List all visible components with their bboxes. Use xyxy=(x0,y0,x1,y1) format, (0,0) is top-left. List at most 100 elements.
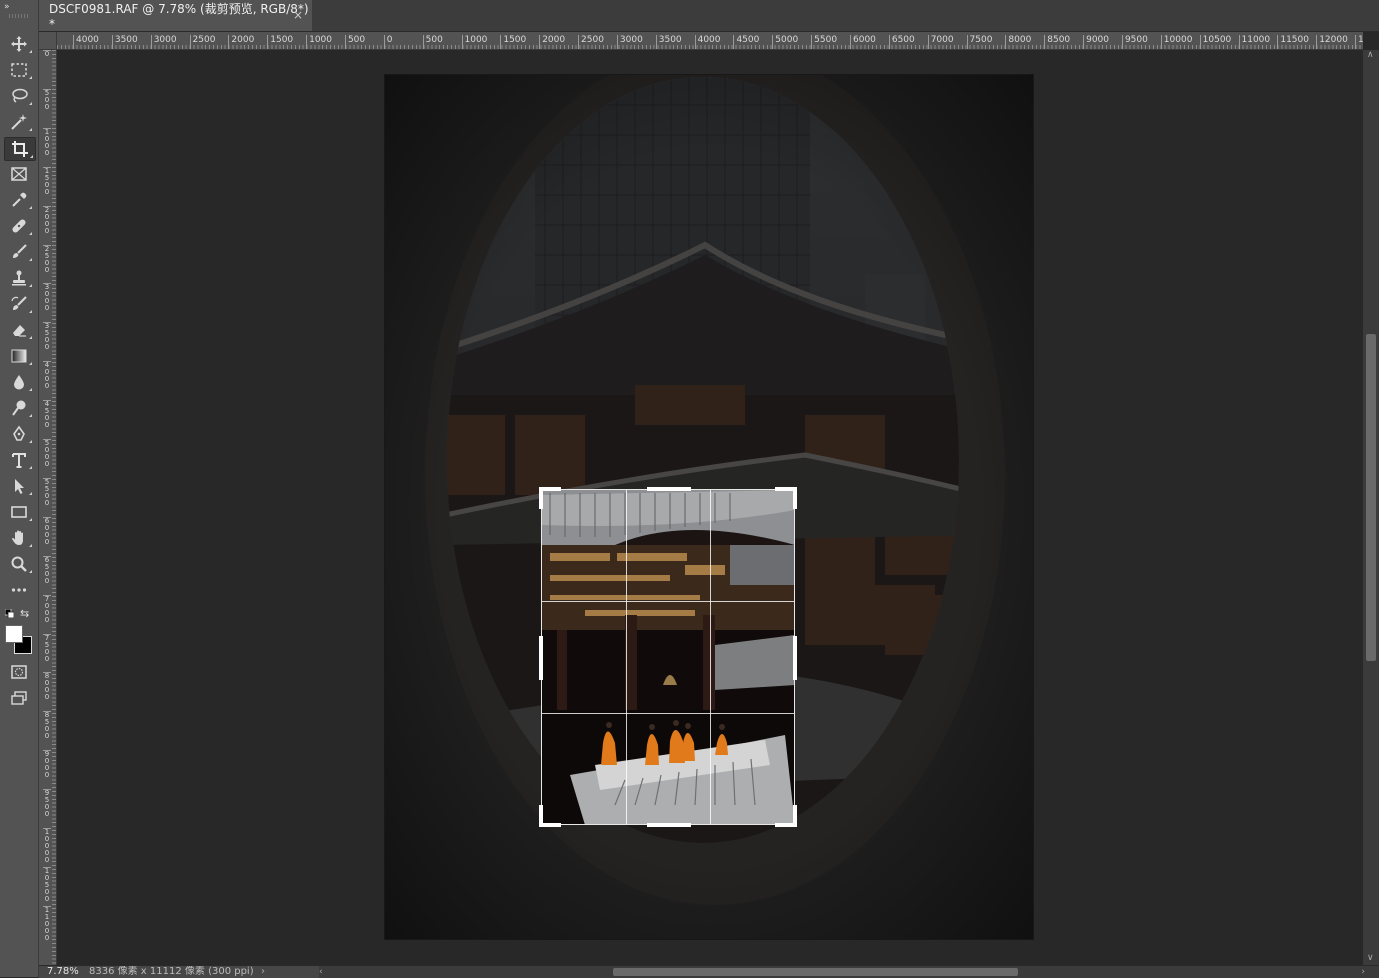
lasso-tool[interactable] xyxy=(4,85,34,107)
ruler-label: 7500 xyxy=(966,35,992,49)
vertical-scrollbar[interactable]: ∧ ∨ xyxy=(1363,50,1379,965)
ruler-label: 1500 xyxy=(43,166,51,196)
ruler-origin[interactable] xyxy=(39,32,57,50)
frame-tool[interactable] xyxy=(4,163,34,185)
ruler-label: 5000 xyxy=(772,35,798,49)
horizontal-scrollbar[interactable]: ‹ › xyxy=(319,966,1379,978)
document-image[interactable] xyxy=(384,74,1034,940)
ruler-label: 10000 xyxy=(1160,35,1192,49)
history-brush-tool[interactable] xyxy=(4,293,34,315)
ruler-label: 9000 xyxy=(43,750,51,780)
horizontal-ruler[interactable]: 4000 3500 3000 2500 2000 1500 1000 500 0 500 1000 1… xyxy=(57,32,1363,50)
shape-tool[interactable] xyxy=(4,501,34,523)
ruler-label: 5500 xyxy=(811,35,837,49)
swap-colors-icon[interactable]: ⇆ xyxy=(20,607,29,620)
scroll-left-icon[interactable]: ‹ xyxy=(319,966,323,978)
vertical-scroll-thumb[interactable] xyxy=(1366,334,1376,661)
ruler-label: 9500 xyxy=(43,789,51,819)
scroll-up-icon[interactable]: ∧ xyxy=(1367,50,1374,60)
pen-tool[interactable] xyxy=(4,423,34,445)
move-tool[interactable] xyxy=(4,33,34,55)
crop-handle-left[interactable] xyxy=(539,636,543,680)
document-info: 8336 像素 x 11112 像素 (300 ppi) xyxy=(89,966,254,977)
panel-grip[interactable] xyxy=(9,14,29,18)
ruler-label: 6500 xyxy=(888,35,915,49)
ruler-label: 500 xyxy=(422,35,443,49)
crop-handle-bottom-right[interactable] xyxy=(793,805,797,827)
ruler-label: 4000 xyxy=(694,35,721,49)
vertical-ruler[interactable]: 0 500 1000 1500 2000 2500 3000 3500 4000 4500 5000… xyxy=(39,50,57,965)
ruler-label: 3000 xyxy=(616,35,643,49)
ruler-label: 8500 xyxy=(1044,35,1070,49)
magic-wand-tool[interactable] xyxy=(4,111,34,133)
quick-mask-icon xyxy=(11,665,27,679)
ruler-label: 2500 xyxy=(578,35,604,49)
screen-mode-button[interactable] xyxy=(4,687,34,709)
ruler-label: 6500 xyxy=(43,555,51,585)
crop-handle-top[interactable] xyxy=(647,487,691,491)
ruler-label: 1500 xyxy=(267,35,293,49)
ruler-label: 7000 xyxy=(43,594,51,624)
ruler-label: 10500 xyxy=(43,866,51,903)
status-bar: 7.78% 8336 像素 x 11112 像素 (300 ppi) › ‹ › xyxy=(39,965,1379,978)
eyedropper-tool[interactable] xyxy=(4,189,34,211)
bandage-icon xyxy=(12,219,26,233)
crop-handle-top-right[interactable] xyxy=(793,487,797,509)
ruler-label: 8000 xyxy=(43,672,51,702)
blur-tool[interactable] xyxy=(4,371,34,393)
move-icon xyxy=(11,36,27,52)
eraser-tool[interactable] xyxy=(4,319,34,341)
ruler-label: 12000 xyxy=(1316,35,1348,49)
crop-grid-line xyxy=(710,490,711,824)
crop-box[interactable] xyxy=(539,487,797,827)
ruler-label: 2000 xyxy=(43,205,51,235)
ruler-label: 11500 xyxy=(1277,35,1309,49)
foreground-color-swatch[interactable] xyxy=(5,625,23,643)
drop-icon xyxy=(14,375,24,390)
ruler-label: 11000 xyxy=(43,905,51,942)
scroll-down-icon[interactable]: ∨ xyxy=(1367,953,1374,963)
lasso-icon xyxy=(12,88,28,103)
screen-mode-icon xyxy=(11,691,27,705)
marquee-tool[interactable] xyxy=(4,59,34,81)
zoom-tool[interactable] xyxy=(4,553,34,575)
stamp-tool[interactable] xyxy=(4,267,34,289)
ruler-label: 4500 xyxy=(733,35,759,49)
ruler-label: 4000 xyxy=(73,35,99,49)
panel-collapse-icon[interactable]: » xyxy=(4,2,9,12)
more-tools[interactable] xyxy=(4,579,34,601)
crop-handle-right[interactable] xyxy=(793,636,797,680)
gradient-tool[interactable] xyxy=(4,345,34,367)
ellipsis-icon xyxy=(11,588,27,592)
ruler-label: 0 xyxy=(383,35,393,49)
magic-wand-icon xyxy=(11,114,27,130)
path-selection-tool[interactable] xyxy=(4,475,34,497)
type-tool[interactable] xyxy=(4,449,34,471)
crop-grid-line xyxy=(626,490,627,824)
ruler-label: 3500 xyxy=(655,35,682,49)
hand-tool[interactable] xyxy=(4,527,34,549)
arrow-select-icon xyxy=(15,479,24,494)
healing-tool[interactable] xyxy=(4,215,34,237)
default-colors-icon[interactable] xyxy=(5,609,14,618)
document-tab-bar: DSCF0981.RAF @ 7.78% (裁剪预览, RGB/8*) * × xyxy=(39,0,1379,32)
crop-handle-bottom-left[interactable] xyxy=(539,805,543,827)
quick-mask-button[interactable] xyxy=(4,661,34,683)
ruler-label: 500 xyxy=(43,88,51,111)
scroll-right-icon[interactable]: › xyxy=(1361,966,1365,978)
ruler-ticks xyxy=(52,50,56,965)
horizontal-scroll-thumb[interactable] xyxy=(613,968,1018,976)
brush-tool[interactable] xyxy=(4,241,34,263)
crop-handle-bottom[interactable] xyxy=(647,823,691,827)
close-icon[interactable]: × xyxy=(293,8,303,22)
document-tab[interactable]: DSCF0981.RAF @ 7.78% (裁剪预览, RGB/8*) * × xyxy=(39,0,312,31)
ruler-label: 7500 xyxy=(43,633,51,663)
crop-tool[interactable] xyxy=(4,137,36,161)
ruler-label: 6000 xyxy=(850,35,876,49)
ruler-label: 9500 xyxy=(1121,35,1148,49)
canvas-area[interactable] xyxy=(57,50,1363,965)
zoom-level[interactable]: 7.78% xyxy=(47,966,79,978)
status-menu-chevron-icon[interactable]: › xyxy=(261,966,265,978)
crop-handle-top-left[interactable] xyxy=(539,487,543,509)
dodge-tool[interactable] xyxy=(4,397,34,419)
